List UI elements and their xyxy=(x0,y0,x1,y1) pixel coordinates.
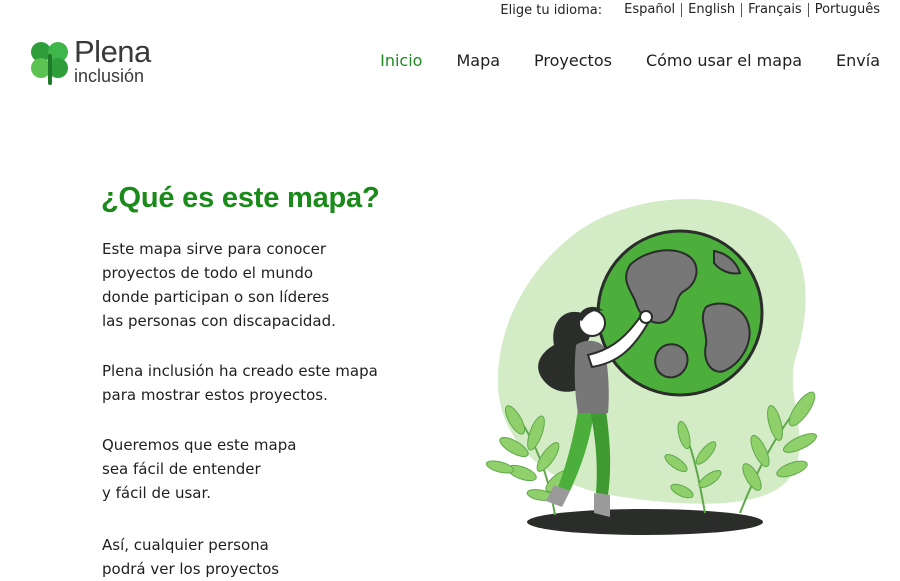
globe xyxy=(596,229,764,397)
paragraph-line: donde participan o son líderes xyxy=(102,288,330,306)
intro-paragraph-2: Plena inclusión ha creado este mapa para… xyxy=(102,359,378,407)
nav-item-como-usar[interactable]: Cómo usar el mapa xyxy=(646,51,802,71)
paragraph-line: podrá ver los proyectos xyxy=(102,560,280,578)
language-label: Elige tu idioma: xyxy=(500,2,603,18)
nav-item-envia[interactable]: Envía xyxy=(836,51,880,71)
nav-item-inicio[interactable]: Inicio xyxy=(380,51,422,71)
paragraph-line: sea fácil de entender xyxy=(102,460,261,478)
nav-item-mapa[interactable]: Mapa xyxy=(456,51,500,71)
ground-shadow xyxy=(527,509,763,535)
paragraph-line: Así, cualquier persona xyxy=(102,536,269,554)
paragraph-line: Este mapa sirve para conocer xyxy=(102,240,327,258)
brand-name-line1: Plena xyxy=(74,34,151,69)
intro-paragraph-3: Queremos que este mapa sea fácil de ente… xyxy=(102,433,296,505)
paragraph-line: para mostrar estos proyectos. xyxy=(102,386,328,404)
page-title: ¿Qué es este mapa? xyxy=(101,182,380,214)
brand-logo[interactable]: Plena inclusión xyxy=(30,34,160,89)
paragraph-line: las personas con discapacidad. xyxy=(102,312,336,330)
language-francais-link[interactable]: Français xyxy=(741,3,808,17)
intro-paragraph-1: Este mapa sirve para conocer proyectos d… xyxy=(102,237,336,333)
paragraph-line: proyectos de todo el mundo xyxy=(102,264,314,282)
language-english-link[interactable]: English xyxy=(681,3,741,17)
intro-paragraph-4: Así, cualquier persona podrá ver los pro… xyxy=(102,533,279,581)
language-espanol-link[interactable]: Español xyxy=(618,3,681,17)
clover-logo-icon xyxy=(31,42,68,85)
paragraph-line: Queremos que este mapa xyxy=(102,436,297,454)
paragraph-line: y fácil de usar. xyxy=(102,484,212,502)
brand-name-line2: inclusión xyxy=(74,66,145,86)
language-bar: Elige tu idioma: Español English Françai… xyxy=(500,2,880,18)
paragraph-line: Plena inclusión ha creado este mapa xyxy=(102,362,378,380)
nav-item-proyectos[interactable]: Proyectos xyxy=(534,51,612,71)
woman-hugging-globe-illustration xyxy=(485,199,818,535)
language-portugues-link[interactable]: Português xyxy=(807,3,880,17)
main-nav: Inicio Mapa Proyectos Cómo usar el mapa … xyxy=(346,51,880,71)
